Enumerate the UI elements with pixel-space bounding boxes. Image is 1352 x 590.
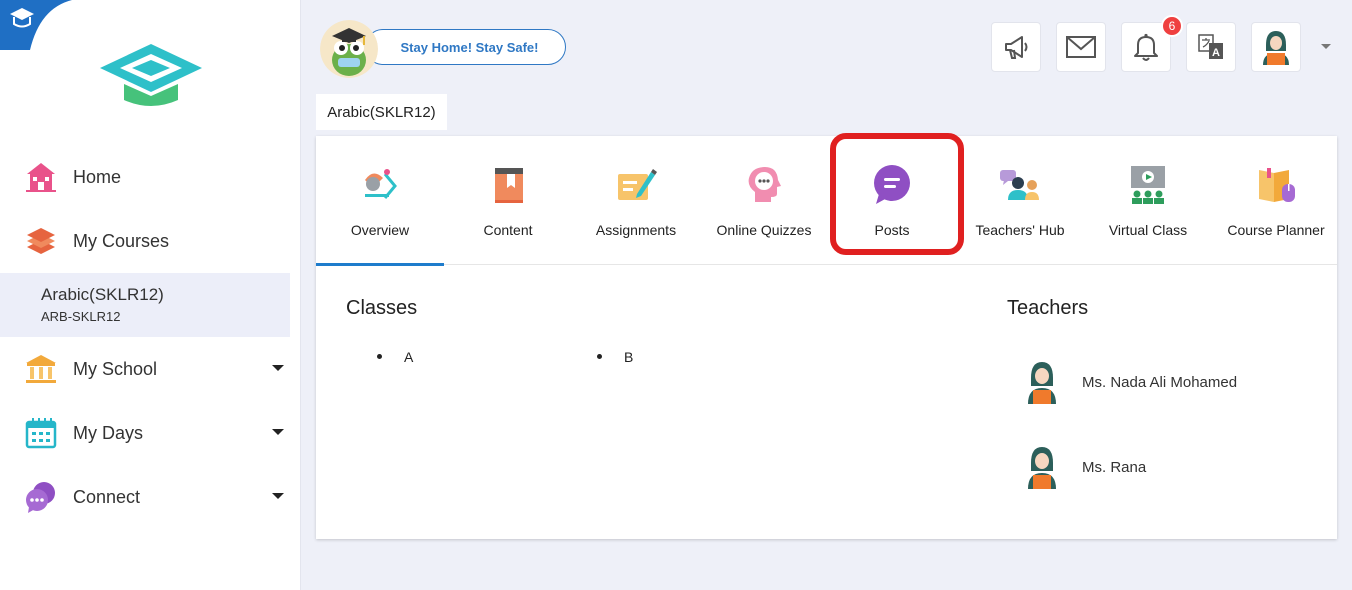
messages-button[interactable] bbox=[1056, 22, 1106, 72]
sidebar-item-my-days[interactable]: My Days bbox=[0, 401, 300, 465]
frog-graduate-mascot-icon bbox=[320, 20, 378, 78]
language-button[interactable]: A bbox=[1186, 22, 1236, 72]
chevron-down-icon[interactable] bbox=[1321, 44, 1331, 49]
stay-safe-banner[interactable]: Stay Home! Stay Safe! bbox=[365, 29, 566, 65]
course-code: ARB-SKLR12 bbox=[41, 309, 121, 324]
bullet-icon bbox=[597, 353, 602, 359]
class-label: A bbox=[404, 349, 414, 365]
sidebar-item-label: Connect bbox=[73, 486, 141, 507]
assignment-pen-icon bbox=[618, 169, 657, 200]
teacher-avatar-icon bbox=[1263, 31, 1289, 65]
bullet-icon bbox=[377, 353, 382, 359]
sidebar-item-active-course[interactable]: Arabic(SKLR12) ARB-SKLR12 bbox=[0, 273, 290, 337]
sidebar-item-connect[interactable]: Connect bbox=[0, 465, 300, 529]
chat-bubbles-icon bbox=[24, 480, 58, 514]
sidebar-item-label: My Days bbox=[73, 422, 144, 443]
course-card: Overview Content Assignments Online Quiz… bbox=[316, 133, 1340, 539]
tab-course-planner[interactable]: Course Planner bbox=[1212, 136, 1340, 265]
sidebar: Home My Courses Arabic(SKLR12) ARB-SKLR1… bbox=[0, 0, 301, 590]
school-building-icon bbox=[24, 352, 58, 386]
tab-online-quizzes[interactable]: Online Quizzes bbox=[700, 136, 828, 265]
bell-icon bbox=[1134, 33, 1158, 61]
overview-icon bbox=[365, 169, 397, 199]
course-breadcrumb-tab[interactable]: Arabic(SKLR12) bbox=[316, 94, 447, 130]
tab-label: Assignments bbox=[595, 222, 677, 238]
chevron-down-icon[interactable] bbox=[272, 429, 284, 435]
tab-label: Teachers' Hub bbox=[975, 222, 1065, 238]
avatar[interactable] bbox=[1251, 22, 1301, 72]
book-icon bbox=[495, 168, 523, 203]
sidebar-item-label: My School bbox=[73, 358, 158, 379]
announcements-button[interactable] bbox=[991, 22, 1041, 72]
class-item[interactable]: B bbox=[597, 349, 633, 365]
translate-icon: A bbox=[1198, 34, 1223, 59]
teachers-heading: Teachers bbox=[1007, 297, 1089, 319]
teacher-avatar-icon bbox=[1028, 362, 1056, 404]
course-name: Arabic(SKLR12) bbox=[41, 285, 164, 304]
tab-label: Content bbox=[483, 222, 533, 238]
sidebar-item-my-courses[interactable]: My Courses bbox=[0, 209, 300, 273]
tab-teachers-hub[interactable]: Teachers' Hub bbox=[956, 136, 1084, 265]
teacher-item[interactable]: Ms. Rana bbox=[1025, 445, 1146, 489]
mail-icon bbox=[1066, 36, 1096, 58]
sidebar-nav: Home My Courses Arabic(SKLR12) ARB-SKLR1… bbox=[0, 145, 300, 529]
tab-posts[interactable]: Posts bbox=[828, 136, 956, 265]
tab-label: Virtual Class bbox=[1108, 222, 1188, 238]
quiz-head-icon bbox=[748, 167, 781, 202]
tab-overview[interactable]: Overview bbox=[316, 136, 444, 266]
teacher-item[interactable]: Ms. Nada Ali Mohamed bbox=[1025, 360, 1237, 404]
posts-chat-icon bbox=[874, 165, 910, 204]
books-stack-icon bbox=[24, 224, 58, 258]
sidebar-item-home[interactable]: Home bbox=[0, 145, 300, 209]
sidebar-item-my-school[interactable]: My School bbox=[0, 337, 300, 401]
tab-label: Overview bbox=[350, 222, 410, 238]
teacher-name: Ms. Nada Ali Mohamed bbox=[1082, 373, 1238, 391]
course-planner-icon bbox=[1259, 168, 1295, 202]
class-label: B bbox=[624, 349, 634, 365]
slogan-text: Stay Home! Stay Safe! bbox=[400, 39, 539, 55]
tab-content[interactable]: Content bbox=[444, 136, 572, 265]
tab-virtual-class[interactable]: Virtual Class bbox=[1084, 136, 1212, 265]
virtual-class-icon bbox=[1131, 166, 1165, 204]
classes-heading: Classes bbox=[346, 297, 418, 319]
megaphone-icon bbox=[1005, 36, 1028, 59]
svg-text:A: A bbox=[1212, 47, 1220, 59]
tab-assignments[interactable]: Assignments bbox=[572, 136, 700, 265]
sidebar-item-label: My Courses bbox=[73, 230, 170, 251]
tab-label: Online Quizzes bbox=[716, 222, 812, 238]
graduation-cap-logo-icon[interactable] bbox=[96, 40, 206, 112]
course-tabbar: Overview Content Assignments Online Quiz… bbox=[316, 133, 1340, 266]
sidebar-item-label: Home bbox=[73, 166, 122, 187]
class-item[interactable]: A bbox=[377, 349, 413, 365]
tab-label: Course Planner bbox=[1227, 222, 1325, 238]
teacher-name: Ms. Rana bbox=[1082, 458, 1147, 476]
notification-count-badge: 6 bbox=[1161, 15, 1183, 37]
chevron-down-icon[interactable] bbox=[272, 365, 284, 371]
home-icon bbox=[24, 160, 58, 194]
teacher-avatar-icon bbox=[1028, 447, 1056, 489]
calendar-icon bbox=[24, 416, 58, 450]
teachers-hub-icon bbox=[1000, 170, 1039, 200]
course-tab-label: Arabic(SKLR12) bbox=[327, 103, 436, 121]
chevron-down-icon[interactable] bbox=[272, 493, 284, 499]
school-cap-badge-icon[interactable] bbox=[0, 0, 72, 50]
tab-label: Posts bbox=[874, 222, 910, 238]
